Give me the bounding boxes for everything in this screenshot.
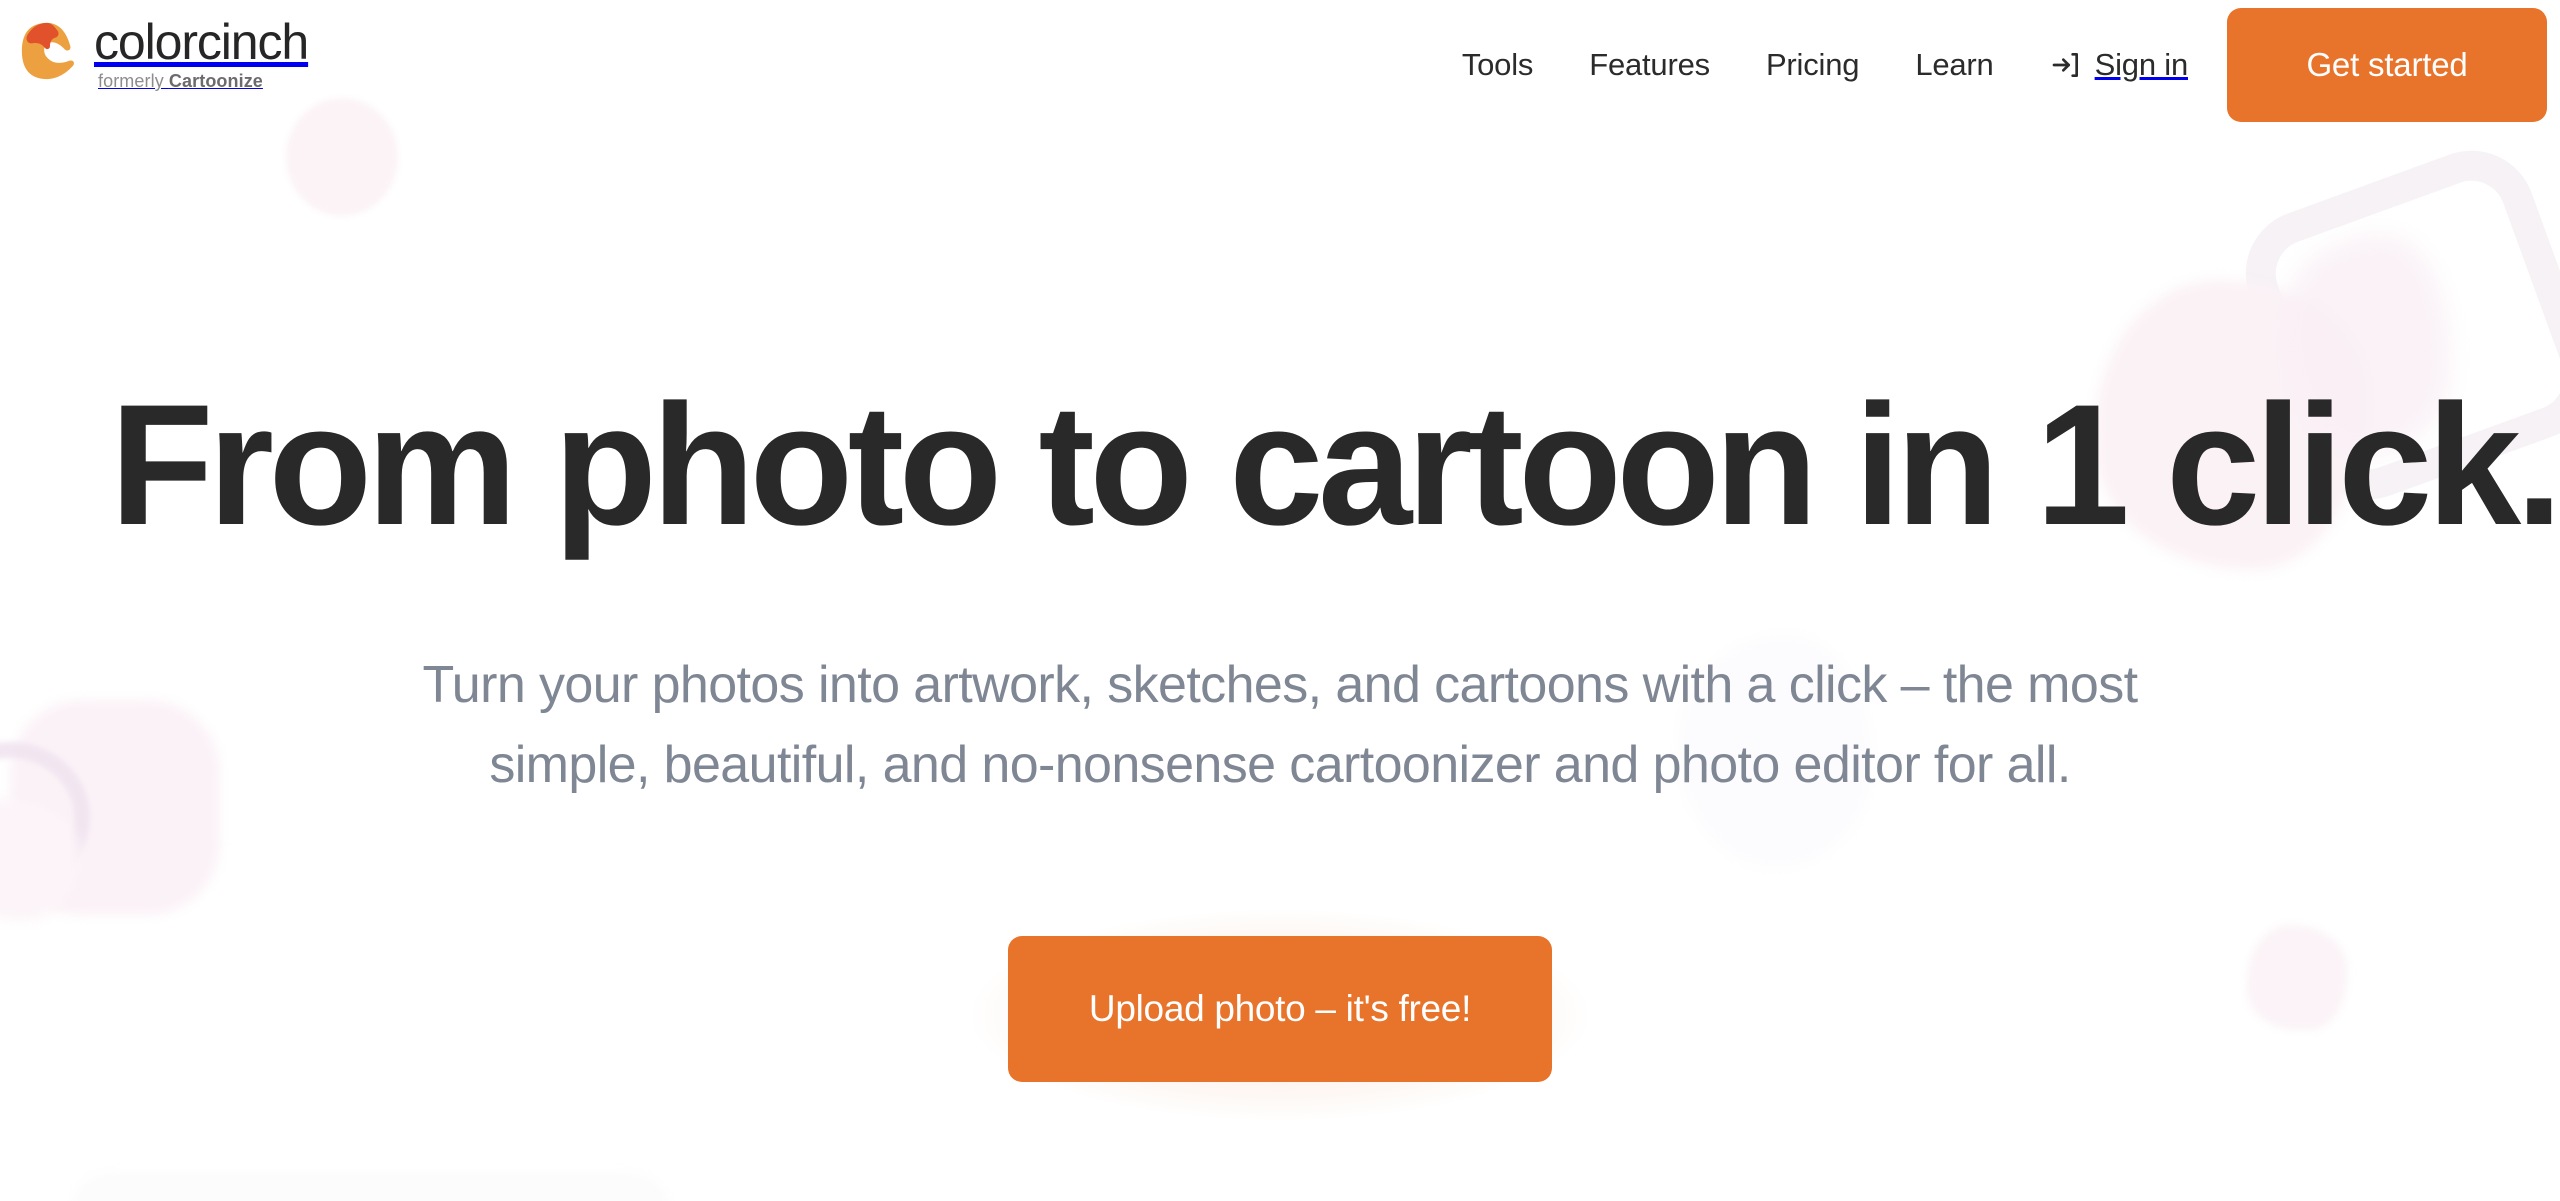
nav-item-pricing[interactable]: Pricing (1738, 37, 1887, 93)
get-started-button[interactable]: Get started (2227, 8, 2547, 122)
site-header: colorcinch formerly Cartoonize Tools Fea… (0, 0, 2560, 130)
nav-item-tools[interactable]: Tools (1434, 37, 1561, 93)
hero-subheadline-line-2: simple, beautiful, and no-nonsense carto… (489, 736, 2071, 794)
brand-text-block: colorcinch formerly Cartoonize (94, 14, 309, 91)
brand-tagline: formerly Cartoonize (94, 71, 308, 91)
brand-tagline-strong: Cartoonize (168, 71, 263, 91)
hero-section: From photo to cartoon in 1 click. Turn y… (0, 0, 2560, 1201)
nav-item-learn[interactable]: Learn (1887, 37, 2021, 93)
hero-cta-wrapper: Upload photo – it's free! (972, 910, 1588, 1120)
brand-tagline-prefix: formerly (98, 71, 169, 91)
sign-in-link[interactable]: Sign in (2022, 37, 2208, 93)
sign-in-arrow-icon (2052, 53, 2078, 77)
page-root: colorcinch formerly Cartoonize Tools Fea… (0, 0, 2560, 1201)
hero-subheadline-line-1: Turn your photos into artwork, sketches,… (422, 656, 2139, 714)
upload-photo-button[interactable]: Upload photo – it's free! (1008, 936, 1552, 1082)
nav-item-features[interactable]: Features (1561, 37, 1738, 93)
hero-subheadline: Turn your photos into artwork, sketches,… (280, 645, 2280, 805)
hero-headline: From photo to cartoon in 1 click. (110, 369, 2560, 561)
primary-navigation: Tools Features Pricing Learn Sign in (1434, 0, 2208, 130)
brand-logo-link[interactable]: colorcinch formerly Cartoonize (18, 14, 309, 91)
brand-wordmark: colorcinch (94, 14, 309, 70)
sign-in-label: Sign in (2094, 47, 2189, 82)
colorcinch-logo-mark-icon (21, 22, 74, 80)
